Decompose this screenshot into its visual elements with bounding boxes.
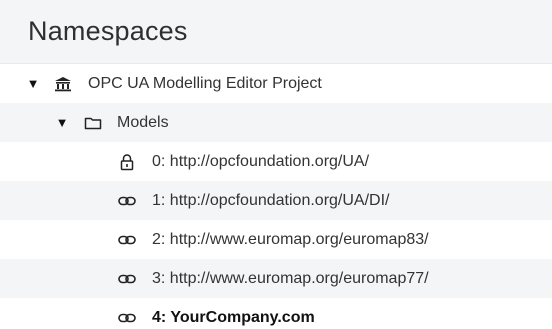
panel-header: Namespaces [0,0,552,64]
link-icon [116,192,138,210]
lock-icon [116,153,138,171]
tree-item-label: 0: http://opcfoundation.org/UA/ [152,152,370,170]
tree-item-label: 1: http://opcfoundation.org/UA/DI/ [152,191,390,209]
expand-toggle[interactable]: ▼ [55,115,69,130]
tree-item-label: Models [117,113,169,131]
tree-item-label: 4: YourCompany.com [152,308,315,326]
tree-item-label: OPC UA Modelling Editor Project [88,74,322,92]
tree-item-label: 2: http://www.euromap.org/euromap83/ [152,230,429,248]
panel-title: Namespaces [28,16,188,46]
tree-item-namespace-selected[interactable]: 4: YourCompany.com [0,298,552,329]
expand-toggle[interactable]: ▼ [26,76,40,91]
bank-icon [52,75,74,93]
link-icon [116,309,138,327]
tree-item-models[interactable]: ▼ Models [0,103,552,142]
link-icon [116,231,138,249]
tree-item-namespace[interactable]: 1: http://opcfoundation.org/UA/DI/ [0,181,552,220]
namespace-tree: ▼ OPC UA Modelling Editor Project ▼ Mode… [0,64,552,329]
tree-item-namespace[interactable]: 3: http://www.euromap.org/euromap77/ [0,259,552,298]
tree-item-namespace[interactable]: 0: http://opcfoundation.org/UA/ [0,142,552,181]
folder-icon [82,114,104,132]
namespaces-panel: Namespaces ▼ OPC UA Modelling Editor Pro… [0,0,552,329]
tree-item-label: 3: http://www.euromap.org/euromap77/ [152,269,429,287]
tree-item-namespace[interactable]: 2: http://www.euromap.org/euromap83/ [0,220,552,259]
link-icon [116,270,138,288]
tree-item-project[interactable]: ▼ OPC UA Modelling Editor Project [0,64,552,103]
